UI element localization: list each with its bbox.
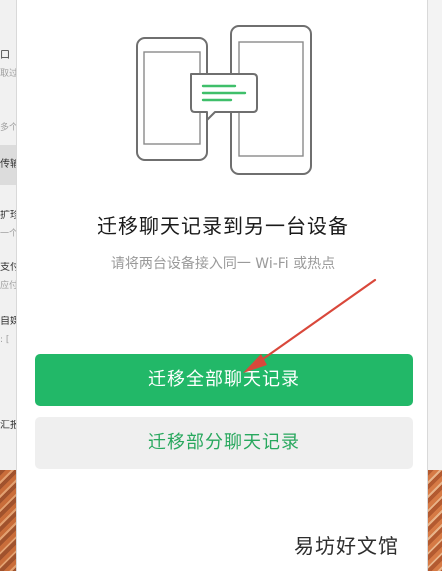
migrate-chat-dialog: 迁移聊天记录到另一台设备 请将两台设备接入同一 Wi-Fi 或热点 迁移全部聊天… xyxy=(16,0,428,571)
background-wood-right xyxy=(428,470,442,571)
background-fragment: 取过 xyxy=(0,69,16,79)
background-fragment: 多个 xyxy=(0,123,16,133)
devices-illustration xyxy=(136,25,312,175)
background-fragment: : [ xyxy=(0,335,10,345)
background-wood-left xyxy=(0,470,16,571)
background-fragment: 汇报 xyxy=(0,420,16,431)
screen: 口 取过 多个 传输 扩珍 一个 支付 应付 自媒 : [ 汇报 迁移聊天记录到… xyxy=(0,0,442,571)
migrate-all-button[interactable]: 迁移全部聊天记录 xyxy=(35,354,413,406)
background-fragment: 支付 xyxy=(0,262,16,273)
background-fragment: 传输 xyxy=(0,145,16,185)
watermark: 易坊好文馆 xyxy=(294,534,399,558)
background-fragment: 口 xyxy=(0,50,10,61)
background-fragment: 一个 xyxy=(0,229,16,239)
background-fragment: 自媒 xyxy=(0,316,16,327)
background-fragment: 应付 xyxy=(0,281,16,291)
dialog-subtitle: 请将两台设备接入同一 Wi-Fi 或热点 xyxy=(110,256,336,272)
background-fragment: 扩珍 xyxy=(0,210,16,221)
dialog-title: 迁移聊天记录到另一台设备 xyxy=(97,214,349,238)
migrate-partial-button[interactable]: 迁移部分聊天记录 xyxy=(35,417,413,469)
